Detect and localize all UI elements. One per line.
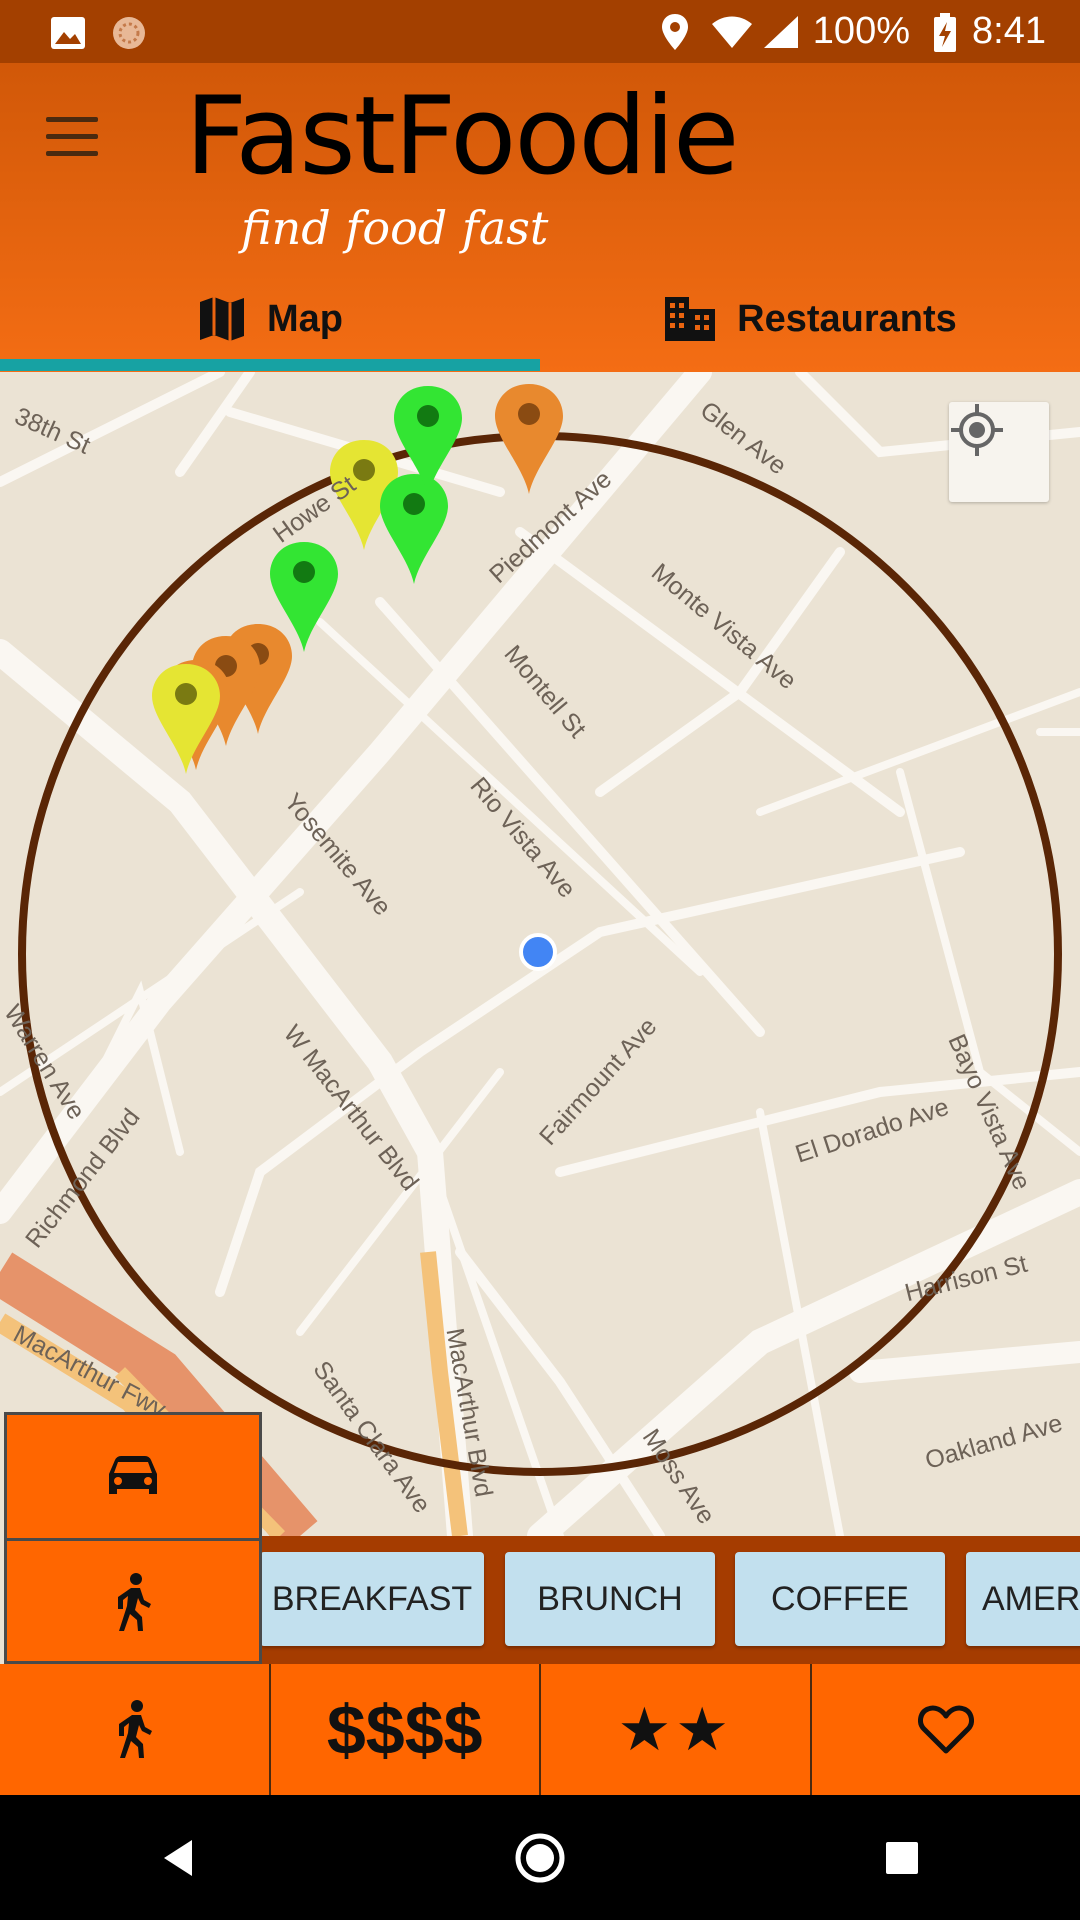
app-logo: FastFoodie find food fast [185,83,739,263]
marker-yellow [152,664,220,774]
clock: 8:41 [972,10,1046,52]
map-view[interactable]: 38th St Howe St Piedmont Ave Glen Ave Mo… [0,372,1080,1536]
sync-notification-icon [113,17,145,49]
image-notification-icon [51,17,85,49]
category-bar[interactable]: BREAKFAST BRUNCH COFFEE AMER [262,1536,1080,1664]
car-icon [109,1455,157,1494]
rating-stars: ★★ [617,1695,734,1763]
price-label: $$$$ [326,1690,483,1769]
walk-icon [119,1699,153,1758]
location-status-icon [662,14,688,50]
building-icon [663,295,717,343]
marker-orange [495,384,563,494]
category-chip[interactable]: COFFEE [735,1552,945,1646]
battery-percent: 100% [812,10,910,52]
status-bar: 100% 8:41 [0,0,1080,63]
crosshair-icon [951,404,1003,456]
app-name: FastFoodie [185,74,739,199]
user-location-dot [519,933,557,971]
travel-mode-filter[interactable] [0,1664,269,1795]
filter-bar: $$$$ ★★ [0,1664,1080,1795]
heart-icon [917,1704,974,1753]
rating-filter[interactable]: ★★ [539,1664,810,1795]
walk-icon [118,1572,151,1631]
marker-green [380,474,448,584]
category-chip[interactable]: BREAKFAST [262,1552,484,1646]
wifi-icon [712,16,752,48]
menu-icon[interactable] [46,117,98,157]
map-icon [197,294,247,344]
signal-icon [764,16,798,48]
favorites-filter[interactable] [809,1664,1080,1795]
app-tagline: find food fast [241,201,549,255]
system-nav-bar [0,1795,1080,1920]
battery-charging-icon [934,13,956,52]
drive-mode-button[interactable] [7,1415,259,1538]
tab-label: Restaurants [737,297,957,340]
price-filter[interactable]: $$$$ [268,1664,540,1795]
transport-mode-panel [4,1412,262,1664]
tab-map[interactable]: Map [0,273,540,365]
walk-mode-button[interactable] [7,1538,259,1664]
app-header: FastFoodie find food fast Map Restaurant… [0,63,1080,373]
category-chip[interactable]: BRUNCH [505,1552,715,1646]
recents-icon[interactable] [882,1838,922,1878]
back-icon[interactable] [158,1836,198,1880]
home-icon[interactable] [514,1832,566,1884]
my-location-button[interactable] [949,402,1049,502]
tab-indicator [0,359,540,371]
tab-label: Map [267,297,343,340]
tab-restaurants[interactable]: Restaurants [540,273,1080,365]
category-chip[interactable]: AMER [966,1552,1080,1646]
